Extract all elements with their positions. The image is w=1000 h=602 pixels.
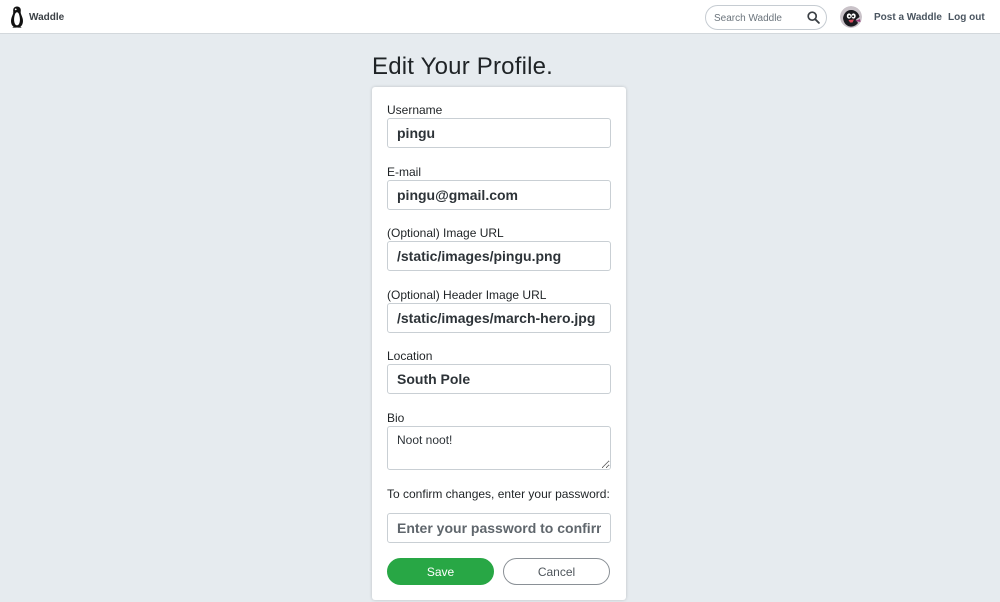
search-input[interactable] xyxy=(714,10,804,26)
edit-profile-form: Username E-mail (Optional) Image URL (Op… xyxy=(372,87,626,600)
user-avatar[interactable] xyxy=(840,6,862,28)
email-field[interactable] xyxy=(387,180,611,210)
header-image-url-field[interactable] xyxy=(387,303,611,333)
image-url-field[interactable] xyxy=(387,241,611,271)
location-field[interactable] xyxy=(387,364,611,394)
post-waddle-link[interactable]: Post a Waddle xyxy=(874,12,942,23)
logout-link[interactable]: Log out xyxy=(948,12,985,23)
email-label: E-mail xyxy=(387,165,422,179)
navbar: Waddle Post a Waddle Log out xyxy=(0,0,1000,34)
bio-label: Bio xyxy=(387,411,405,425)
password-label: To confirm changes, enter your password: xyxy=(387,487,610,501)
brand-name: Waddle xyxy=(29,11,65,23)
search-box[interactable] xyxy=(705,5,827,30)
search-icon[interactable] xyxy=(807,11,820,24)
header-image-url-label: (Optional) Header Image URL xyxy=(387,288,547,302)
location-label: Location xyxy=(387,349,433,363)
page-title: Edit Your Profile. xyxy=(372,53,554,80)
brand-link[interactable]: Waddle xyxy=(10,6,64,28)
avatar-image-icon xyxy=(840,6,862,28)
username-label: Username xyxy=(387,103,443,117)
image-url-label: (Optional) Image URL xyxy=(387,226,504,240)
save-button[interactable]: Save xyxy=(387,558,494,585)
penguin-logo-icon xyxy=(11,6,23,28)
bio-textarea[interactable]: Noot noot! xyxy=(387,426,611,470)
username-field[interactable] xyxy=(387,118,611,148)
password-field[interactable] xyxy=(387,513,611,543)
cancel-button[interactable]: Cancel xyxy=(503,558,610,585)
